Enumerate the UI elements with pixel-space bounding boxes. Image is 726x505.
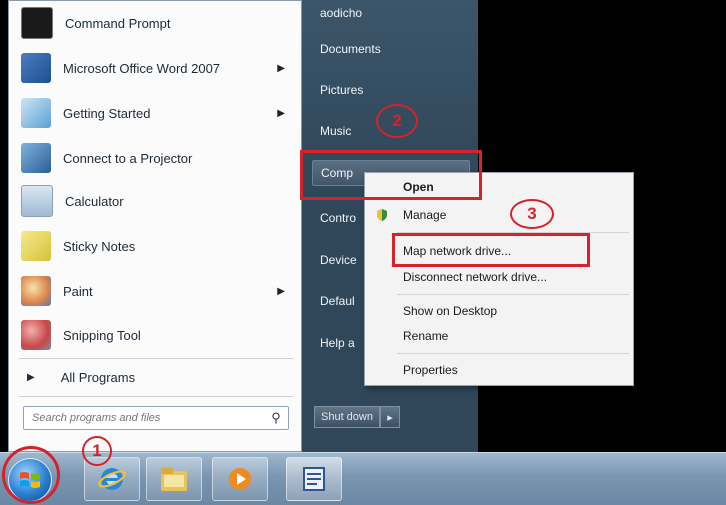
program-label: Snipping Tool [63,327,141,343]
search-box[interactable]: ⚲ [23,406,289,430]
user-name-item[interactable]: aodicho [312,0,470,26]
getting-started-icon [21,98,51,128]
step-2-highlight-box [300,150,482,200]
program-label: Calculator [65,193,124,209]
calculator-icon [21,185,53,217]
menu-item-label: Rename [403,329,449,343]
taskbar-word-button[interactable] [286,457,342,501]
all-programs-item[interactable]: ▶ All Programs [15,361,295,393]
program-sticky-notes[interactable]: Sticky Notes [15,226,295,266]
divider [19,396,293,397]
step-2-badge: 2 [376,104,418,138]
menu-item-label: Disconnect network drive... [403,270,548,284]
program-word[interactable]: Microsoft Office Word 2007 ▶ [15,48,295,88]
projector-icon [21,143,51,173]
submenu-arrow-icon: ▶ [277,107,285,119]
taskbar-explorer-button[interactable] [146,457,202,501]
step-3-badge: 3 [510,199,554,229]
shutdown-button[interactable]: Shut down [314,406,380,428]
step-1-highlight-circle [2,446,60,504]
program-label: Getting Started [63,105,151,121]
triangle-right-icon: ▶ [27,371,35,383]
folder-icon [161,468,187,491]
program-paint[interactable]: Paint ▶ [15,271,295,311]
menu-item-label: Manage [403,208,447,222]
menu-item-disconnect-network-drive[interactable]: Disconnect network drive... [367,266,631,288]
program-label: Command Prompt [65,15,171,31]
shutdown-options-arrow-icon[interactable]: ▸ [379,406,400,428]
menu-item-manage[interactable]: Manage [367,204,631,226]
pictures-item[interactable]: Pictures [312,77,470,103]
program-snipping-tool[interactable]: Snipping Tool [15,315,295,355]
step-1-badge: 1 [82,436,112,466]
program-label: Microsoft Office Word 2007 [63,60,221,76]
taskbar-media-player-button[interactable] [212,457,268,501]
menu-item-show-on-desktop[interactable]: Show on Desktop [367,300,631,322]
step-3-highlight-box [392,233,590,267]
sticky-notes-icon [21,231,51,261]
paint-icon [21,276,51,306]
program-command-prompt[interactable]: Command Prompt [15,3,295,43]
all-programs-label: All Programs [60,369,136,385]
program-getting-started[interactable]: Getting Started ▶ [15,93,295,133]
shutdown-group: Shut down ▸ [314,406,400,428]
command-prompt-icon [21,7,53,39]
search-icon[interactable]: ⚲ [264,410,288,426]
menu-item-rename[interactable]: Rename [367,325,631,347]
program-label: Connect to a Projector [63,150,193,166]
computer-context-menu: Open Manage Map network drive... Disconn… [364,172,634,386]
divider [19,358,293,359]
menu-separator [397,294,629,295]
program-label: Paint [63,283,93,299]
menu-separator [397,353,629,354]
program-connect-projector[interactable]: Connect to a Projector [15,138,295,178]
search-input[interactable] [24,411,264,425]
word-icon [303,467,325,491]
snipping-tool-icon [21,320,51,350]
menu-item-label: Show on Desktop [403,304,498,318]
documents-item[interactable]: Documents [312,36,470,62]
program-calculator[interactable]: Calculator [15,181,295,221]
submenu-arrow-icon: ▶ [277,62,285,74]
submenu-arrow-icon: ▶ [277,285,285,297]
media-player-icon [229,468,251,490]
word-icon [21,53,51,83]
menu-item-properties[interactable]: Properties [367,359,631,381]
menu-item-label: Properties [403,363,458,377]
start-menu-programs-pane: Command Prompt Microsoft Office Word 200… [8,0,302,452]
internet-explorer-icon [98,468,126,490]
shield-icon [377,209,387,221]
program-label: Sticky Notes [63,238,136,254]
